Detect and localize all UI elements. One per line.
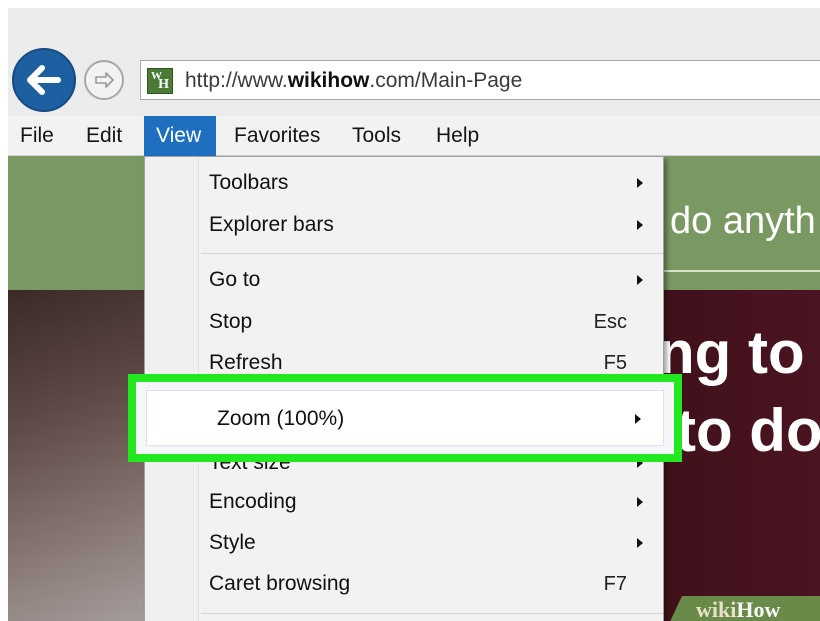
zoom-highlight-box: Zoom (100%) xyxy=(128,374,682,462)
wikihow-watermark: wikiHow xyxy=(696,597,781,621)
menu-item-zoom[interactable]: Zoom (100%) xyxy=(146,390,664,446)
menu-item-toolbars[interactable]: Toolbars xyxy=(145,163,663,203)
shortcut-label: Esc xyxy=(593,311,627,333)
menu-tools[interactable]: Tools xyxy=(352,116,401,156)
menu-item-explorer-bars[interactable]: Explorer bars xyxy=(145,205,663,245)
menu-file[interactable]: File xyxy=(20,116,54,156)
menu-item-style[interactable]: Style xyxy=(145,523,663,563)
url-text[interactable]: http://www.wikihow.com/Main-Page xyxy=(185,69,522,93)
menu-item-encoding[interactable]: Encoding xyxy=(145,482,663,522)
submenu-arrow-icon xyxy=(637,538,643,548)
menu-favorites[interactable]: Favorites xyxy=(234,116,320,156)
menu-item-stop[interactable]: Stop Esc xyxy=(145,302,663,342)
wikihow-favicon-icon: W H xyxy=(147,68,173,94)
navigation-bar: W H http://www.wikihow.com/Main-Page xyxy=(8,8,820,116)
menu-bar: File Edit View Favorites Tools Help xyxy=(8,116,820,156)
hero-photo-left xyxy=(8,290,144,621)
shortcut-label: F7 xyxy=(603,573,627,595)
back-arrow-icon xyxy=(27,65,61,95)
back-button[interactable] xyxy=(12,48,76,112)
submenu-arrow-icon xyxy=(637,275,643,285)
menu-item-caret-browsing[interactable]: Caret browsing F7 xyxy=(145,564,663,604)
hero-tagline: do anyth xyxy=(670,200,816,242)
browser-window: W H http://www.wikihow.com/Main-Page Fil… xyxy=(8,8,820,621)
forward-arrow-icon xyxy=(95,72,114,88)
submenu-arrow-icon xyxy=(637,497,643,507)
menu-edit[interactable]: Edit xyxy=(86,116,122,156)
menu-item-go-to[interactable]: Go to xyxy=(145,260,663,300)
menu-view[interactable]: View xyxy=(144,116,216,156)
submenu-arrow-icon xyxy=(637,178,643,188)
address-bar[interactable]: W H http://www.wikihow.com/Main-Page xyxy=(140,60,820,100)
submenu-arrow-icon xyxy=(637,220,643,230)
headline-line-2: to do xyxy=(676,397,820,464)
menu-separator xyxy=(201,253,663,254)
submenu-arrow-icon xyxy=(635,414,641,424)
menu-separator xyxy=(201,613,663,614)
menu-help[interactable]: Help xyxy=(436,116,479,156)
forward-button[interactable] xyxy=(84,60,124,100)
hero-divider xyxy=(658,270,820,272)
